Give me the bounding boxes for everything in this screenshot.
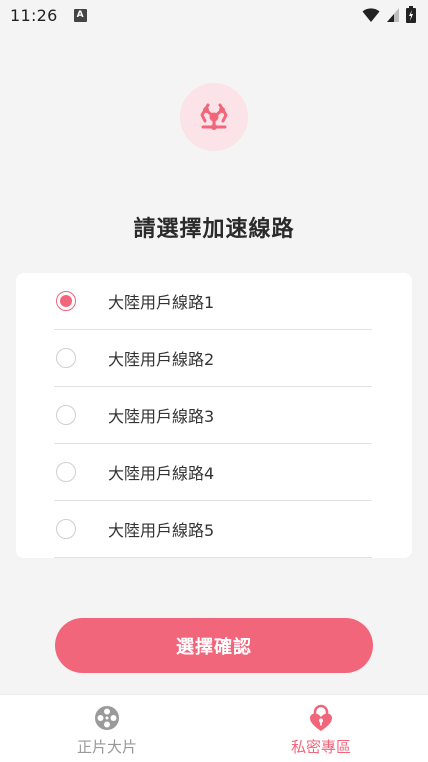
status-time: 11:26 — [10, 5, 58, 25]
page-heading: 請選擇加速線路 — [133, 217, 295, 242]
nav-item-feature-films[interactable]: 正片大片 — [0, 695, 214, 762]
route-list: 大陸用戶線路1 大陸用戶線路2 大陸用戶線路3 大陸用戶線路4 大陸用戶線路5 — [16, 273, 412, 558]
battery-icon — [406, 6, 416, 23]
status-icons — [362, 6, 416, 23]
screen: 11:26 A 請選擇加速線路 大陸用戶線路1 大陸用戶線路2 大陸用戶線路3 … — [0, 0, 428, 762]
route-label: 大陸用戶線路2 — [108, 350, 215, 369]
radio-button[interactable] — [56, 462, 76, 482]
nav-item-private-zone[interactable]: 私密專區 — [214, 695, 428, 762]
route-option[interactable]: 大陸用戶線路3 — [54, 387, 372, 444]
route-option[interactable]: 大陸用戶線路1 — [54, 273, 372, 330]
nav-label: 正片大片 — [76, 738, 137, 756]
radio-button-selected[interactable] — [56, 291, 76, 311]
route-option[interactable]: 大陸用戶線路5 — [54, 501, 372, 558]
wifi-icon — [362, 7, 380, 22]
route-network-icon — [200, 103, 228, 130]
bottom-nav: 正片大片 私密專區 — [0, 694, 428, 762]
confirm-button[interactable]: 選擇確認 — [55, 618, 373, 673]
route-label: 大陸用戶線路4 — [108, 464, 215, 483]
route-label: 大陸用戶線路5 — [108, 521, 215, 540]
nav-label: 私密專區 — [290, 738, 351, 756]
lock-heart-icon — [307, 704, 335, 732]
route-option[interactable]: 大陸用戶線路2 — [54, 330, 372, 387]
a-notification-icon: A — [73, 8, 87, 22]
signal-icon — [387, 7, 399, 22]
route-logo — [180, 83, 248, 151]
route-label: 大陸用戶線路3 — [108, 407, 215, 426]
film-reel-icon — [93, 704, 121, 732]
status-bar: 11:26 A — [0, 0, 428, 30]
radio-button[interactable] — [56, 348, 76, 368]
route-label: 大陸用戶線路1 — [108, 293, 215, 312]
route-option[interactable]: 大陸用戶線路4 — [54, 444, 372, 501]
radio-button[interactable] — [56, 519, 76, 539]
radio-button[interactable] — [56, 405, 76, 425]
